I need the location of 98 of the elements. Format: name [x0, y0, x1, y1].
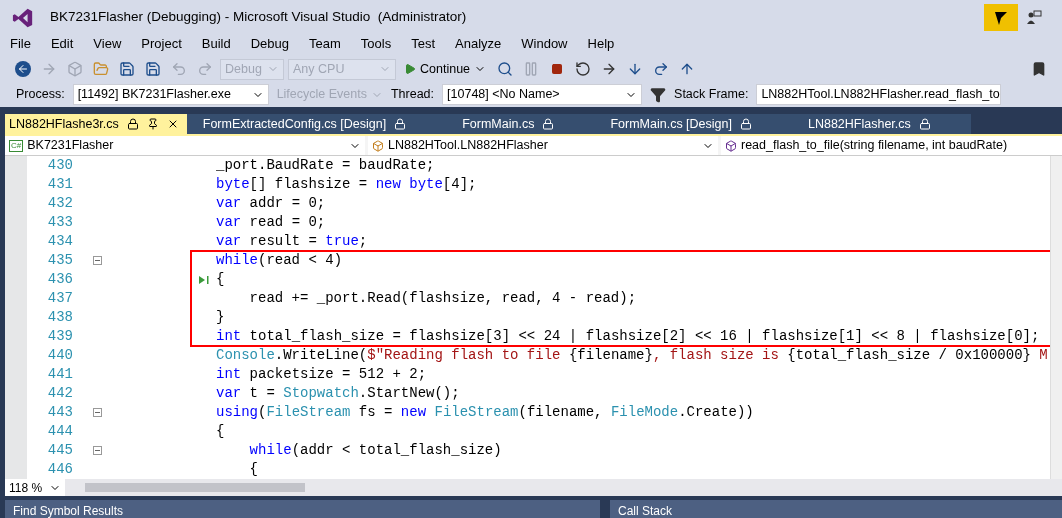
document-tab[interactable]: LN882HFlasher.cs	[792, 114, 971, 134]
stack-frame-dropdown[interactable]: LN882HTool.LN882HFlasher.read_flash_to	[756, 84, 1002, 105]
folder-icon	[93, 61, 109, 77]
line-number: 436	[46, 270, 74, 289]
window-title: BK7231Flasher (Debugging) - Microsoft Visual Studio (Administrator)	[50, 8, 467, 27]
line-number: 437	[46, 289, 74, 308]
code-line: var addr = 0;	[216, 194, 326, 213]
code-line: read += _port.Read(flashsize, read, 4 - read);	[248, 289, 637, 308]
box-icon	[67, 61, 83, 77]
code-line: byte[] flashsize = new byte[4];	[216, 175, 477, 194]
code-line: while(read < 4)	[216, 251, 343, 270]
menu-item[interactable]: Test	[401, 33, 445, 54]
filter-icon[interactable]	[650, 86, 667, 103]
panel-title: Find Symbol Results	[5, 500, 600, 518]
code-line: var t = Stopwatch.StartNew();	[216, 384, 460, 403]
code-line: int total_flash_size = flashsize[3] << 24 | flashsize[2] << 16 | flashsize[1] << 8 | flashsize[0];	[216, 327, 1040, 346]
save-all-icon	[145, 61, 161, 77]
document-tab[interactable]: FormExtractedConfig.cs [Design]	[186, 114, 447, 134]
lock-icon	[918, 118, 931, 130]
member-dropdown[interactable]: read_flash_to_file(string filename, int baudRate)	[721, 136, 1062, 155]
line-number: 442	[46, 384, 74, 403]
menu-item[interactable]: Help	[577, 33, 625, 54]
method-icon	[725, 139, 737, 152]
menu-item[interactable]: Analyze	[445, 33, 512, 54]
line-number: 435	[46, 251, 74, 270]
continue-button[interactable]: Continue	[400, 58, 491, 80]
code-line: var result = true;	[216, 232, 368, 251]
menu-item[interactable]: Edit	[40, 33, 84, 54]
save-icon	[119, 61, 135, 77]
line-number: 433	[46, 213, 74, 232]
back-icon	[15, 61, 31, 77]
code-line: _port.BaudRate = baudRate;	[216, 156, 435, 175]
lock-icon	[126, 118, 139, 130]
collapse-icon[interactable]	[92, 256, 102, 265]
menu-item[interactable]: View	[83, 33, 132, 54]
line-number: 443	[46, 403, 74, 422]
feedback-icon[interactable]	[1026, 9, 1042, 26]
flag-icon	[993, 9, 1009, 26]
line-number: 446	[46, 460, 74, 479]
forward-icon	[41, 61, 57, 77]
menu-item[interactable]: Team	[299, 33, 351, 54]
line-number: 438	[46, 308, 74, 327]
menu-item[interactable]: Debug	[240, 33, 299, 54]
line-number: 440	[46, 346, 74, 365]
bookmark-icon	[1031, 61, 1047, 77]
menu-item[interactable]: File	[0, 33, 41, 54]
vertical-scrollbar[interactable]	[1050, 156, 1062, 479]
code-line: var read = 0;	[216, 213, 326, 232]
code-line: {	[216, 422, 225, 441]
line-number: 444	[46, 422, 74, 441]
horizontal-scrollbar[interactable]	[85, 483, 305, 492]
stop-icon	[551, 63, 564, 75]
collapse-icon[interactable]	[92, 446, 102, 455]
code-line: int packetsize = 512 + 2;	[216, 365, 427, 384]
code-line: {	[216, 270, 225, 289]
stack-frame-label: Stack Frame:	[674, 86, 749, 104]
panel-title: Call Stack	[610, 500, 1062, 518]
process-label: Process:	[16, 86, 65, 104]
logo-icon	[12, 6, 34, 29]
document-tab[interactable]: FormMain.cs	[446, 114, 595, 134]
step-over-icon	[653, 61, 670, 77]
line-number: 431	[46, 175, 74, 194]
document-tab[interactable]: FormMain.cs [Design]	[594, 114, 792, 134]
restart-icon	[575, 61, 592, 77]
project-dropdown[interactable]: C# BK7231Flasher	[5, 136, 365, 155]
menu-item[interactable]: Project	[131, 33, 192, 54]
thread-label: Thread:	[390, 86, 435, 104]
line-number: 432	[46, 194, 74, 213]
line-number: 434	[46, 232, 74, 251]
code-line: }	[216, 308, 225, 327]
lock-icon	[740, 118, 752, 130]
pin-icon[interactable]	[146, 118, 159, 130]
menu-item[interactable]: Window	[511, 33, 578, 54]
notification-button[interactable]	[984, 4, 1018, 31]
menu-item[interactable]: Build	[191, 33, 241, 54]
type-dropdown[interactable]: LN882HTool.LN882HFlasher	[368, 136, 718, 155]
line-number: 445	[46, 441, 74, 460]
undo-icon	[171, 61, 187, 77]
class-icon	[372, 139, 384, 152]
process-dropdown[interactable]: [11492] BK7231Flasher.exe	[72, 84, 269, 105]
line-number: 439	[46, 327, 74, 346]
lock-icon	[394, 118, 407, 130]
zoom-dropdown[interactable]: 118 %	[5, 479, 65, 496]
code-line: {	[248, 460, 258, 479]
code-line: Console.WriteLine($"Reading flash to file {filename}, flash size is {total_flash_size / 0x100000} M	[216, 346, 1048, 365]
csharp-icon: C#	[9, 139, 24, 152]
play-icon	[404, 63, 416, 75]
lock-icon	[542, 118, 555, 130]
redo-icon	[197, 61, 213, 77]
thread-dropdown[interactable]: [10748] <No Name>	[442, 84, 643, 105]
code-line: while(addr < total_flash_size)	[248, 441, 502, 460]
document-tab[interactable]: LN882HFlashe3r.cs	[5, 114, 187, 134]
menu-item[interactable]: Tools	[350, 33, 402, 54]
code-line: using(FileStream fs = new FileStream(filename, FileMode.Create))	[216, 403, 754, 422]
collapse-icon[interactable]	[92, 408, 102, 417]
search-icon	[497, 61, 514, 77]
line-number: 441	[46, 365, 74, 384]
line-number: 430	[46, 156, 74, 175]
